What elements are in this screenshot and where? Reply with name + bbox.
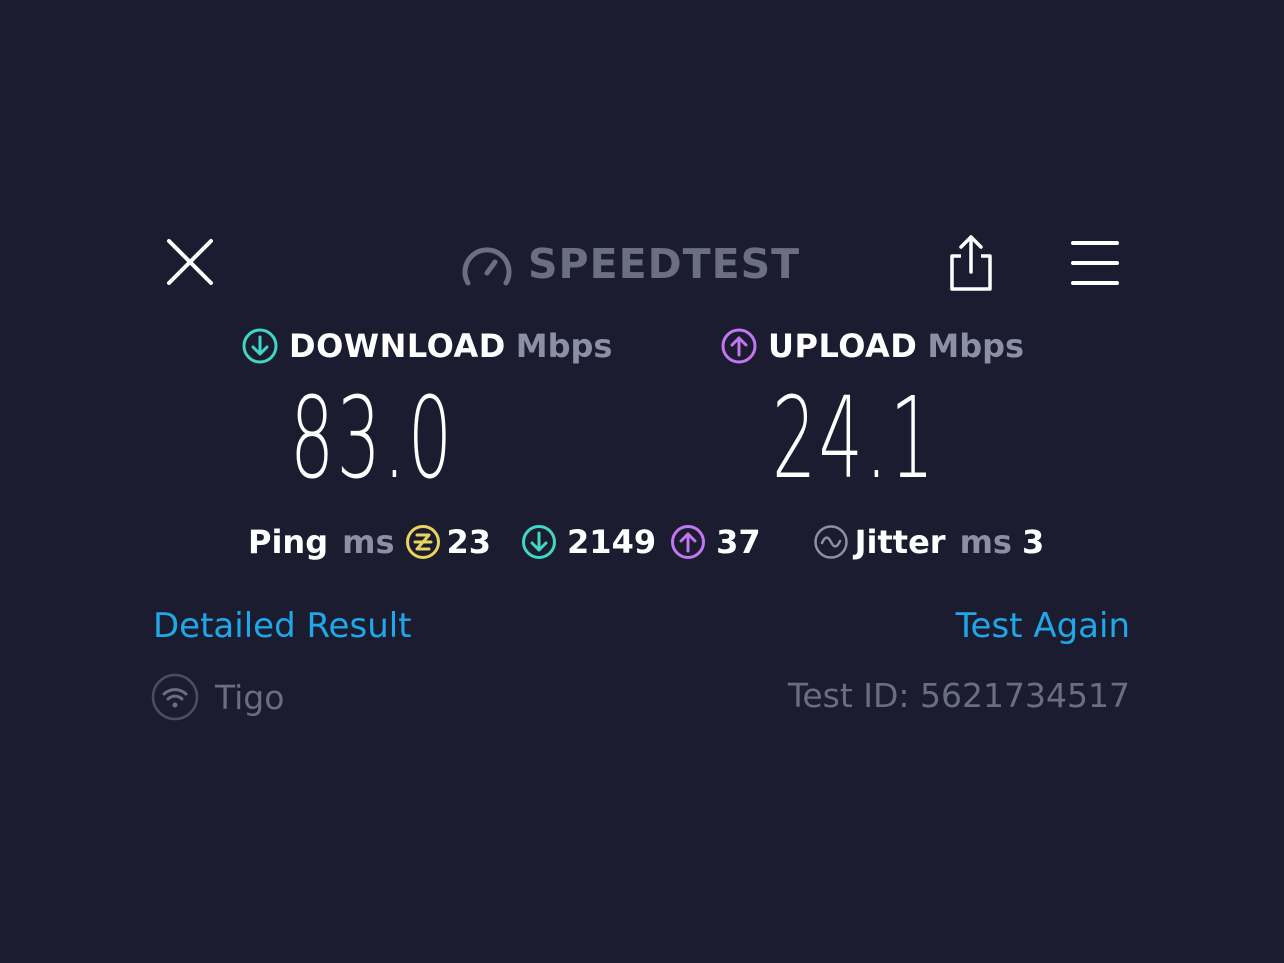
download-latency-icon	[522, 525, 557, 559]
share-icon	[950, 235, 992, 291]
detailed-result-link[interactable]: Detailed Result	[153, 606, 412, 646]
upload-label: UPLOAD	[768, 327, 918, 365]
download-label: DOWNLOAD	[289, 327, 506, 365]
ping-label: Ping	[248, 523, 329, 561]
speedometer-icon	[462, 247, 512, 286]
jitter-label: Jitter	[854, 523, 946, 561]
jitter-value: 3	[1021, 523, 1045, 561]
download-unit: Mbps	[515, 327, 613, 365]
provider-info: Tigo	[151, 673, 284, 721]
download-latency-value: 2149	[567, 523, 657, 561]
upload-unit: Mbps	[927, 327, 1025, 365]
ping-unit: ms	[342, 523, 395, 561]
wifi-icon	[151, 673, 199, 721]
test-id: Test ID: 5621734517	[787, 676, 1130, 715]
share-button[interactable]	[944, 232, 998, 294]
idle-latency-icon	[405, 525, 440, 559]
download-header: DOWNLOAD Mbps	[241, 324, 612, 368]
close-button[interactable]	[162, 234, 218, 290]
idle-latency-value: 23	[446, 523, 492, 561]
upload-latency-icon	[671, 525, 706, 559]
test-again-link[interactable]: Test Again	[956, 606, 1130, 646]
provider-name: Tigo	[215, 677, 285, 717]
upload-arrow-icon	[721, 328, 757, 364]
speedtest-result-screen: SPEEDTEST DOWNLOAD Mbps UPLOAD Mbps 83.0…	[0, 0, 1284, 963]
latency-row: Ping ms 23 2149 37 Jitter ms 3	[248, 520, 1044, 564]
menu-button[interactable]	[1068, 238, 1122, 288]
upload-header: UPLOAD Mbps	[720, 324, 1024, 368]
jitter-icon	[813, 525, 848, 559]
jitter-unit: ms	[959, 523, 1012, 561]
speedtest-logo: SPEEDTEST	[460, 238, 800, 290]
upload-latency-value: 37	[716, 523, 761, 561]
download-value: 83.0	[290, 374, 455, 504]
close-icon	[167, 239, 213, 285]
menu-icon	[1071, 241, 1119, 285]
logo-text: SPEEDTEST	[528, 240, 801, 288]
download-arrow-icon	[242, 328, 278, 364]
upload-value: 24.1	[772, 374, 937, 504]
